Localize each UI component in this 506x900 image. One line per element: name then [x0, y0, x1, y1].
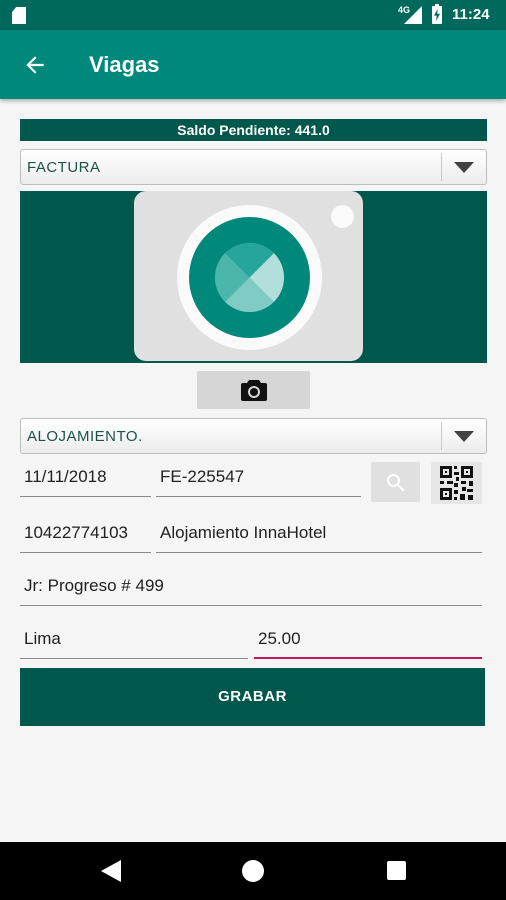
- camera-lens-ring: [177, 205, 322, 350]
- ruc-field[interactable]: 10422774103: [20, 517, 151, 553]
- camera-lens: [189, 217, 310, 338]
- save-button[interactable]: GRABAR: [20, 668, 485, 726]
- address-field[interactable]: Jr: Progreso # 499: [20, 570, 482, 606]
- take-photo-button[interactable]: [197, 371, 310, 409]
- amount-field[interactable]: 25.00: [254, 623, 482, 659]
- status-time: 11:24: [452, 6, 490, 23]
- camera-placeholder-icon: [134, 191, 363, 361]
- app-bar: Viagas: [0, 30, 506, 99]
- spinner-divider: [441, 153, 442, 181]
- camera-icon: [241, 380, 267, 401]
- business-name-value: Alojamiento InnaHotel: [160, 523, 327, 542]
- camera-flash: [331, 205, 354, 228]
- ruc-value: 10422774103: [24, 523, 129, 542]
- business-name-field[interactable]: Alojamiento InnaHotel: [156, 517, 482, 553]
- scan-qr-button[interactable]: [431, 462, 482, 504]
- receipt-photo-area[interactable]: [20, 191, 487, 363]
- saldo-pendiente-banner: Saldo Pendiente: 441.0: [20, 119, 487, 141]
- nav-home-icon[interactable]: [242, 860, 264, 882]
- network-type: 4G: [398, 5, 411, 15]
- city-value: Lima: [24, 629, 61, 648]
- document-type-spinner[interactable]: FACTURA: [20, 149, 487, 185]
- document-number-value: FE-225547: [160, 467, 245, 486]
- system-navigation-bar: [0, 842, 506, 900]
- city-field[interactable]: Lima: [20, 623, 248, 659]
- spinner-divider: [441, 422, 442, 450]
- address-value: Jr: Progreso # 499: [24, 576, 164, 595]
- dropdown-arrow-icon: [454, 431, 474, 442]
- amount-value: 25.00: [258, 629, 301, 648]
- nav-back-icon[interactable]: [101, 860, 121, 882]
- battery-charging-icon: [432, 4, 442, 24]
- date-value: 11/11/2018: [24, 467, 107, 486]
- date-field[interactable]: 11/11/2018: [20, 461, 151, 497]
- document-type-value: FACTURA: [27, 159, 101, 176]
- document-number-field[interactable]: FE-225547: [156, 461, 361, 497]
- dropdown-arrow-icon: [454, 162, 474, 173]
- expense-type-value: ALOJAMIENTO.: [27, 428, 143, 445]
- nav-recents-icon[interactable]: [387, 861, 406, 880]
- qr-code-icon: [440, 466, 473, 500]
- search-icon: [387, 474, 405, 492]
- status-bar: 4G 11:24: [0, 0, 506, 30]
- arrow-back-icon[interactable]: [22, 52, 48, 78]
- search-button[interactable]: [371, 462, 420, 502]
- camera-lens-center: [215, 243, 284, 312]
- expense-type-spinner[interactable]: ALOJAMIENTO.: [20, 418, 487, 454]
- sd-card-icon: [12, 7, 26, 24]
- page-title: Viagas: [89, 52, 160, 77]
